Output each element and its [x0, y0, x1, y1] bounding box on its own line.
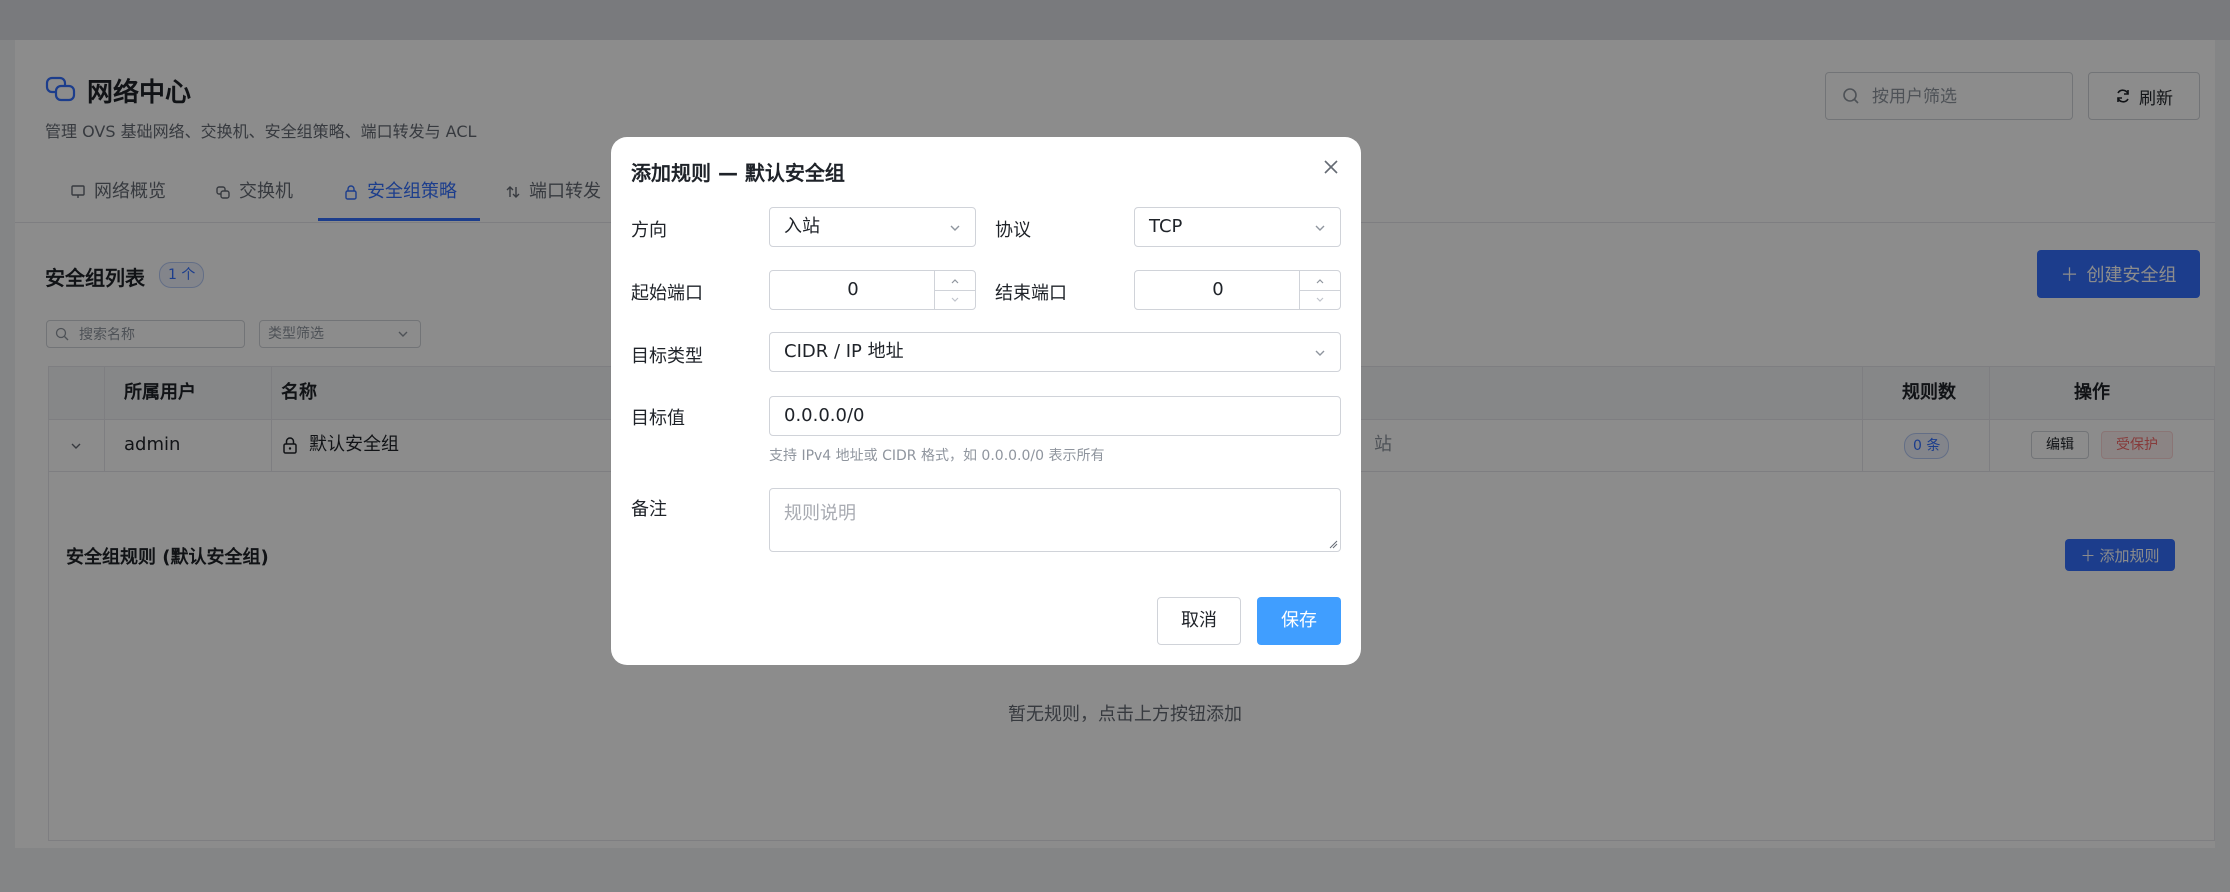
decrement-button[interactable] [935, 290, 975, 309]
direction-select[interactable]: 入站 [769, 207, 976, 247]
cancel-button[interactable]: 取消 [1157, 597, 1241, 645]
note-label: 备注 [631, 499, 667, 520]
decrement-button[interactable] [1300, 290, 1340, 309]
note-textarea[interactable]: 规则说明 [769, 488, 1341, 552]
chevron-down-icon [950, 225, 960, 231]
target-value-label: 目标值 [631, 408, 685, 429]
add-rule-dialog: 添加规则 — 默认安全组 方向 入站 协议 TCP 起始端口 0 结束端口 0 … [611, 137, 1361, 665]
increment-button[interactable] [935, 271, 975, 291]
note-placeholder: 规则说明 [784, 503, 856, 524]
chevron-down-icon [951, 297, 959, 302]
chevron-up-icon [1316, 278, 1324, 283]
chevron-up-icon [951, 278, 959, 283]
stepper-controls [934, 271, 975, 309]
increment-button[interactable] [1300, 271, 1340, 291]
target-type-label: 目标类型 [631, 346, 703, 367]
protocol-select[interactable]: TCP [1134, 207, 1341, 247]
chevron-down-icon [1316, 297, 1324, 302]
chevron-down-icon [1315, 225, 1325, 231]
resize-grip-icon[interactable] [1328, 539, 1338, 549]
protocol-value: TCP [1149, 216, 1183, 237]
target-value-hint: 支持 IPv4 地址或 CIDR 格式，如 0.0.0.0/0 表示所有 [769, 448, 1105, 464]
end-port-label: 结束端口 [995, 283, 1067, 304]
start-port-label: 起始端口 [631, 283, 703, 304]
target-value-input[interactable]: 0.0.0.0/0 [769, 396, 1341, 436]
target-type-value: CIDR / IP 地址 [784, 341, 904, 362]
protocol-label: 协议 [995, 220, 1031, 241]
direction-value: 入站 [784, 216, 820, 237]
dialog-title: 添加规则 — 默认安全组 [631, 161, 845, 185]
stepper-controls [1299, 271, 1340, 309]
end-port-stepper[interactable]: 0 [1134, 270, 1341, 310]
target-type-select[interactable]: CIDR / IP 地址 [769, 332, 1341, 372]
chevron-down-icon [1315, 350, 1325, 356]
start-port-value[interactable]: 0 [770, 271, 936, 309]
start-port-stepper[interactable]: 0 [769, 270, 976, 310]
save-button[interactable]: 保存 [1257, 597, 1341, 645]
direction-label: 方向 [631, 220, 667, 241]
end-port-value[interactable]: 0 [1135, 271, 1301, 309]
close-icon[interactable] [1320, 156, 1342, 178]
